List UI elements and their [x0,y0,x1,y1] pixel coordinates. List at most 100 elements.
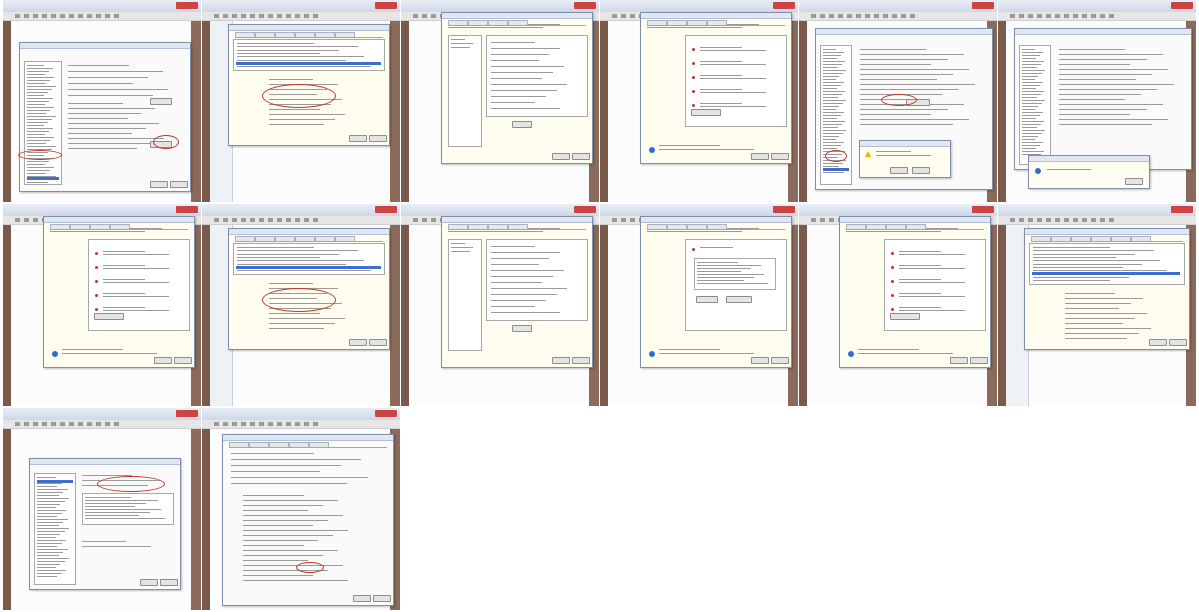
cancel-button[interactable] [369,135,387,142]
dialog-tab[interactable] [50,224,70,229]
certificate-list[interactable] [233,39,385,71]
toolbar-icon[interactable] [105,14,110,18]
ok-button[interactable] [349,135,367,142]
toolbar-icon[interactable] [1109,14,1114,18]
window-controls[interactable] [176,206,198,213]
toolbar-icon[interactable] [114,422,119,426]
toolbar-icon[interactable] [250,422,255,426]
toolbar-icon[interactable] [1091,14,1096,18]
dialog-tab[interactable] [647,20,667,25]
toolbar-icon[interactable] [277,422,282,426]
cancel-button[interactable] [174,357,192,364]
toolbar-icon[interactable] [60,422,65,426]
toolbar-icon[interactable] [268,14,273,18]
ok-button[interactable] [349,339,367,346]
ok-button[interactable] [552,153,570,160]
toolbar-icon[interactable] [1010,14,1015,18]
dialog-tab[interactable] [707,224,727,229]
toolbar-icon[interactable] [259,14,264,18]
toolbar-icon[interactable] [214,14,219,18]
dialog-tab[interactable] [687,20,707,25]
toolbar-icon[interactable] [87,422,92,426]
toolbar-icon[interactable] [1028,218,1033,222]
dialog-tab[interactable] [448,20,468,25]
dialog-titlebar[interactable] [223,435,393,441]
toolbar-icon[interactable] [1046,218,1051,222]
window-controls[interactable] [176,410,198,417]
cancel-button[interactable] [970,357,988,364]
toolbar-icon[interactable] [313,218,318,222]
wizard-next-button[interactable] [512,325,532,332]
options-sidebar[interactable] [34,473,76,585]
window-controls[interactable] [574,2,596,9]
configure-button[interactable] [150,98,172,105]
dialog-tab[interactable] [647,224,667,229]
cert-row[interactable] [236,266,381,269]
ok-button[interactable] [353,595,371,602]
toolbar-icon[interactable] [431,218,436,222]
toolbar-icon[interactable] [621,14,626,18]
toolbar-icon[interactable] [223,422,228,426]
dialog-tab[interactable] [468,224,488,229]
window-controls[interactable] [1171,2,1193,9]
toolbar-icon[interactable] [24,14,29,18]
dialog-tab[interactable] [448,224,468,229]
dialog-tab[interactable] [295,32,315,37]
toolbar-icon[interactable] [286,14,291,18]
cancel-button[interactable] [572,153,590,160]
dialog-tab[interactable] [1071,236,1091,241]
dialog-titlebar[interactable] [442,13,592,19]
toolbar-icon[interactable] [214,218,219,222]
toolbar-icon[interactable] [1037,218,1042,222]
dialog-tab[interactable] [315,236,335,241]
toolbar-icon[interactable] [214,422,219,426]
toolbar-icon[interactable] [250,218,255,222]
window-controls[interactable] [574,206,596,213]
wizard-action-button[interactable] [890,313,920,320]
toolbar-icon[interactable] [114,14,119,18]
dialog-tab[interactable] [468,20,488,25]
dialog-tab[interactable] [1051,236,1071,241]
toolbar-icon[interactable] [1073,218,1078,222]
toolbar-icon[interactable] [259,218,264,222]
ok-button[interactable] [751,153,769,160]
window-controls[interactable] [375,2,397,9]
toolbar-icon[interactable] [1010,218,1015,222]
dialog-tab[interactable] [846,224,866,229]
toolbar-icon[interactable] [856,14,861,18]
toolbar-icon[interactable] [295,14,300,18]
toolbar-icon[interactable] [829,218,834,222]
cancel-button[interactable] [373,595,391,602]
toolbar-icon[interactable] [232,422,237,426]
ok-button[interactable] [552,357,570,364]
toolbar-icon[interactable] [51,14,56,18]
toolbar-icon[interactable] [910,14,915,18]
toolbar-icon[interactable] [1064,218,1069,222]
cancel-button[interactable] [572,357,590,364]
toolbar-icon[interactable] [838,14,843,18]
toolbar-icon[interactable] [304,218,309,222]
toolbar-icon[interactable] [69,422,74,426]
toolbar-icon[interactable] [268,422,273,426]
toolbar-icon[interactable] [24,422,29,426]
toolbar-icon[interactable] [820,218,825,222]
toolbar-icon[interactable] [87,14,92,18]
toolbar-icon[interactable] [51,422,56,426]
toolbar-icon[interactable] [286,218,291,222]
settings-sidebar[interactable] [820,45,852,185]
cancel-button[interactable] [160,579,178,586]
toolbar-icon[interactable] [33,14,38,18]
dialog-tab[interactable] [309,442,329,447]
window-controls[interactable] [375,206,397,213]
toolbar-icon[interactable] [232,14,237,18]
certificate-list[interactable] [1029,243,1185,285]
toolbar-icon[interactable] [811,218,816,222]
dialog-titlebar[interactable] [442,217,592,223]
option-radio[interactable] [692,248,695,251]
toolbar-icon[interactable] [15,422,20,426]
popup-ok-button[interactable] [1125,178,1143,185]
toolbar-icon[interactable] [241,422,246,426]
dialog-tab[interactable] [687,224,707,229]
dialog-tab[interactable] [1131,236,1151,241]
toolbar-icon[interactable] [612,218,617,222]
